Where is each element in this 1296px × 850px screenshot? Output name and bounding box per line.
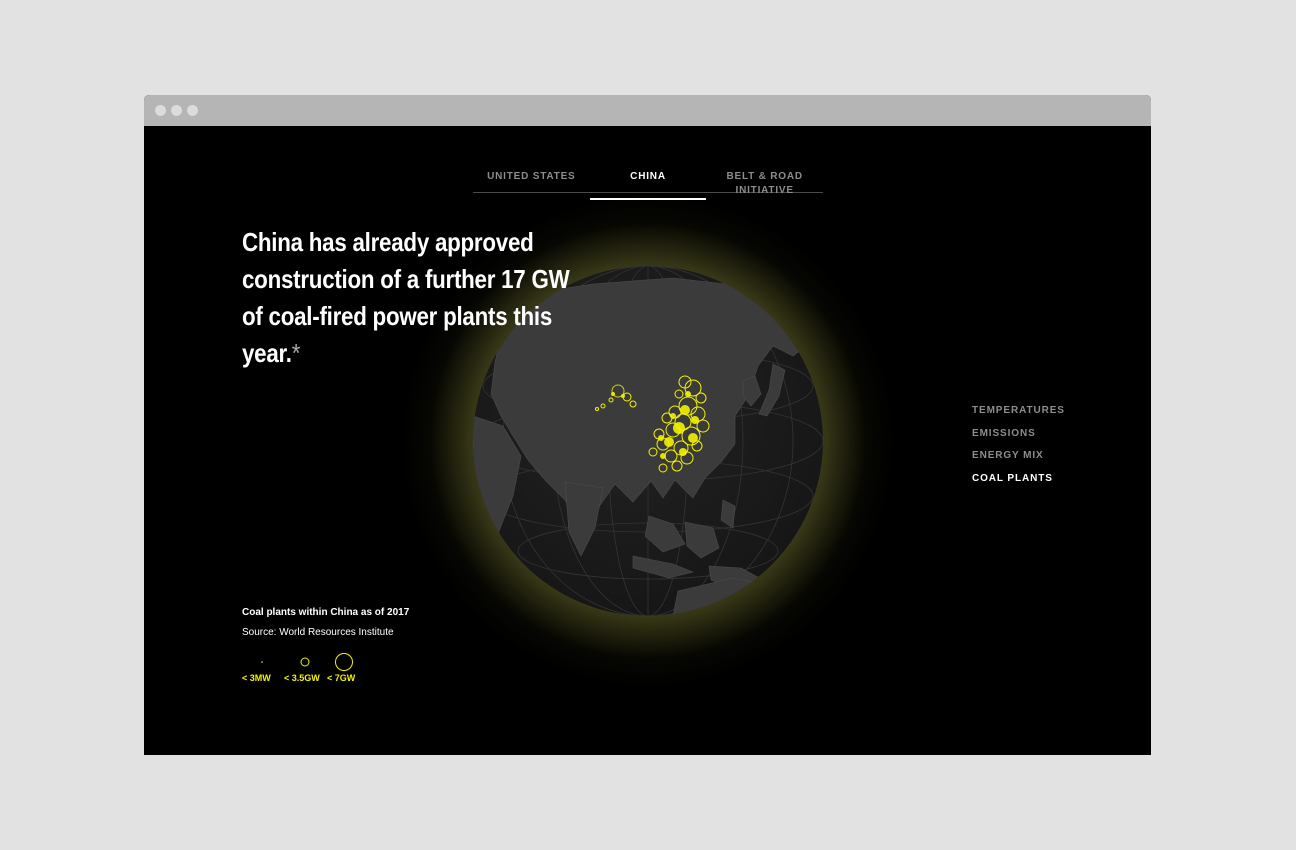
- legend-circle-medium-icon: [300, 657, 310, 667]
- legend-label-large: < 7GW: [327, 673, 356, 683]
- legend-circle-large-icon: [335, 653, 353, 671]
- page-viewport: UNITED STATES CHINA BELT & ROAD INITIATI…: [144, 126, 1151, 755]
- browser-window: UNITED STATES CHINA BELT & ROAD INITIATI…: [144, 95, 1151, 755]
- side-item-emissions[interactable]: EMISSIONS: [972, 423, 1065, 446]
- legend-source: Source: World Resources Institute: [242, 627, 394, 638]
- footnote-asterisk[interactable]: *: [292, 338, 301, 368]
- zoom-dot-icon[interactable]: [187, 105, 198, 116]
- side-item-temperatures[interactable]: TEMPERATURES: [972, 400, 1065, 423]
- minimize-dot-icon[interactable]: [171, 105, 182, 116]
- legend-label-small: < 3MW: [242, 673, 271, 683]
- tab-belt-and-road[interactable]: BELT & ROAD INITIATIVE: [706, 170, 823, 196]
- map-legend: Coal plants within China as of 2017 Sour…: [242, 606, 409, 687]
- legend-circles: [261, 653, 353, 671]
- headline-line-1: China has already approved: [242, 227, 534, 257]
- side-item-energy-mix[interactable]: ENERGY MIX: [972, 445, 1065, 468]
- close-dot-icon[interactable]: [155, 105, 166, 116]
- country-tabs: UNITED STATES CHINA BELT & ROAD INITIATI…: [473, 170, 823, 200]
- legend-symbols: [242, 651, 382, 673]
- page-headline: China has already approved construction …: [242, 224, 603, 372]
- tab-united-states[interactable]: UNITED STATES: [473, 170, 590, 192]
- section-menu: TEMPERATURES EMISSIONS ENERGY MIX COAL P…: [972, 400, 1065, 490]
- headline-line-3: of coal-fired power plants this year.: [242, 301, 553, 368]
- side-item-coal-plants[interactable]: COAL PLANTS: [972, 468, 1065, 491]
- headline-line-2: construction of a further 17 GW: [242, 264, 570, 294]
- tab-china[interactable]: CHINA: [589, 170, 707, 200]
- legend-labels: < 3MW < 3.5GW < 7GW: [242, 673, 402, 687]
- legend-title: Coal plants within China as of 2017: [242, 607, 410, 618]
- legend-label-medium: < 3.5GW: [284, 673, 320, 683]
- window-titlebar: [144, 95, 1151, 126]
- legend-circle-small-icon: [261, 661, 263, 663]
